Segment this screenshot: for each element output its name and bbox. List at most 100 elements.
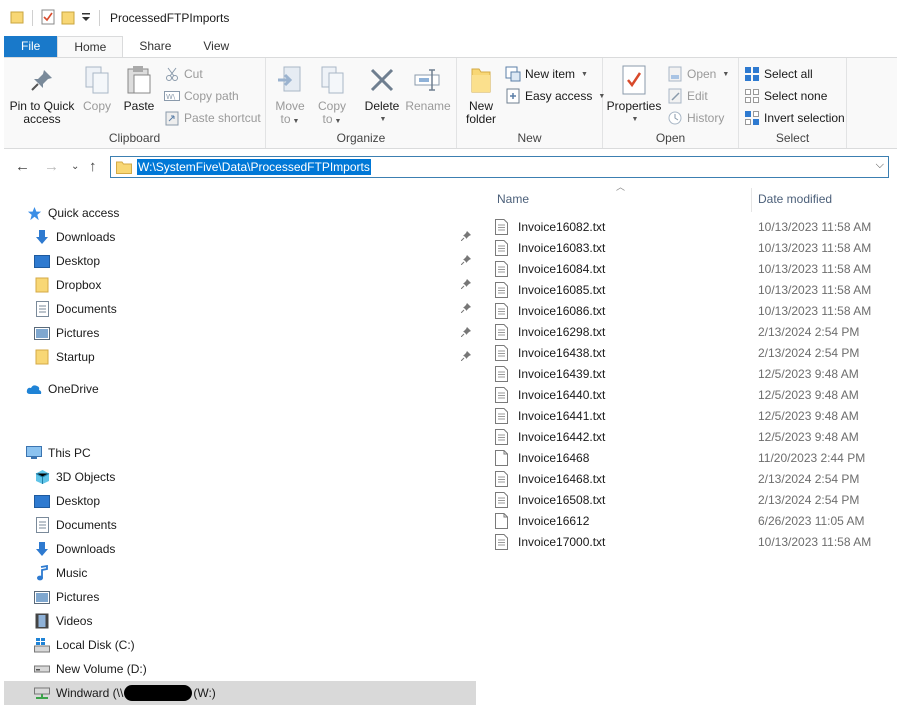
sidebar-item-network-drive-w[interactable]: Windward (\\ (W:) bbox=[4, 681, 476, 705]
delete-button[interactable]: Delete ▼ bbox=[363, 64, 401, 126]
paste-button[interactable]: Paste bbox=[121, 64, 157, 113]
sidebar-item-quick-access[interactable]: Quick access bbox=[26, 201, 476, 225]
sidebar-item-desktop[interactable]: Desktop bbox=[34, 249, 476, 273]
cut-button[interactable]: Cut bbox=[164, 64, 203, 84]
file-list: ︿ Name Date modified Invoice16082.txt 10/… bbox=[479, 180, 897, 710]
file-name: Invoice16438.txt bbox=[518, 345, 606, 360]
tab-file[interactable]: File bbox=[4, 36, 58, 58]
pin-icon[interactable] bbox=[460, 350, 471, 364]
file-row[interactable]: Invoice16440.txt 12/5/2023 9:48 AM bbox=[493, 384, 893, 405]
delete-dropdown-caret[interactable]: ▼ bbox=[380, 113, 387, 126]
sidebar-item-3d-objects[interactable]: 3D Objects bbox=[34, 465, 476, 489]
properties-icon bbox=[618, 64, 650, 96]
column-divider[interactable] bbox=[751, 188, 752, 212]
copy-to-button[interactable]: Copy to ▼ bbox=[315, 64, 349, 128]
column-header-name[interactable]: Name bbox=[497, 188, 747, 210]
new-folder-icon[interactable] bbox=[61, 9, 75, 28]
move-to-icon bbox=[274, 64, 306, 96]
pin-icon[interactable] bbox=[460, 230, 471, 244]
file-row[interactable]: Invoice17000.txt 10/13/2023 11:58 AM bbox=[493, 531, 893, 552]
move-to-button[interactable]: Move to ▼ bbox=[273, 64, 307, 128]
invert-selection-icon bbox=[744, 110, 760, 126]
sidebar-item-new-volume-d[interactable]: New Volume (D:) bbox=[34, 657, 476, 681]
select-group-label: Select bbox=[775, 131, 810, 145]
file-row[interactable]: Invoice16612 6/26/2023 11:05 AM bbox=[493, 510, 893, 531]
select-none-icon bbox=[744, 88, 760, 104]
address-bar[interactable]: W:\SystemFive\Data\ProcessedFTPImports ⌵ bbox=[110, 156, 889, 178]
new-item-button[interactable]: New item ▼ bbox=[505, 64, 588, 84]
copy-to-icon bbox=[316, 64, 348, 96]
sidebar-item-downloads[interactable]: Downloads bbox=[34, 225, 476, 249]
file-row[interactable]: Invoice16083.txt 10/13/2023 11:58 AM bbox=[493, 237, 893, 258]
sidebar-item-documents[interactable]: Documents bbox=[34, 297, 476, 321]
file-row[interactable]: Invoice16468.txt 2/13/2024 2:54 PM bbox=[493, 468, 893, 489]
file-row[interactable]: Invoice16084.txt 10/13/2023 11:58 AM bbox=[493, 258, 893, 279]
column-header-date-modified[interactable]: Date modified bbox=[758, 188, 894, 210]
desktop-icon bbox=[34, 493, 50, 509]
file-row[interactable]: Invoice16082.txt 10/13/2023 11:58 AM bbox=[493, 216, 893, 237]
pin-to-quick-access-button[interactable]: Pin to Quick access bbox=[9, 64, 75, 126]
sidebar-item-label: Pictures bbox=[56, 590, 100, 604]
sidebar-item-music[interactable]: Music bbox=[34, 561, 476, 585]
sidebar-item-label: Documents bbox=[56, 518, 117, 532]
properties-checkmark-icon[interactable] bbox=[41, 9, 55, 28]
easy-access-button[interactable]: Easy access ▼ bbox=[505, 86, 605, 106]
sidebar-item-documents-pc[interactable]: Documents bbox=[34, 513, 476, 537]
edit-button[interactable]: Edit bbox=[667, 86, 708, 106]
file-row[interactable]: Invoice16468 11/20/2023 2:44 PM bbox=[493, 447, 893, 468]
sidebar-item-startup[interactable]: Startup bbox=[34, 345, 476, 369]
file-row[interactable]: Invoice16441.txt 12/5/2023 9:48 AM bbox=[493, 405, 893, 426]
properties-dropdown-caret[interactable]: ▼ bbox=[632, 113, 639, 126]
invert-selection-button[interactable]: Invert selection bbox=[744, 108, 845, 128]
paste-shortcut-button[interactable]: Paste shortcut bbox=[164, 108, 261, 128]
tab-share[interactable]: Share bbox=[123, 36, 187, 58]
new-item-icon bbox=[505, 66, 521, 82]
pin-icon[interactable] bbox=[460, 278, 471, 292]
pin-icon[interactable] bbox=[460, 302, 471, 316]
file-row[interactable]: Invoice16439.txt 12/5/2023 9:48 AM bbox=[493, 363, 893, 384]
sidebar-item-downloads-pc[interactable]: Downloads bbox=[34, 537, 476, 561]
sidebar-item-this-pc[interactable]: This PC bbox=[26, 441, 476, 465]
rename-button[interactable]: Rename bbox=[405, 64, 451, 113]
file-row[interactable]: Invoice16508.txt 2/13/2024 2:54 PM bbox=[493, 489, 893, 510]
copy-path-button[interactable]: W\ Copy path bbox=[164, 86, 239, 106]
open-button[interactable]: Open ▼ bbox=[667, 64, 729, 84]
file-row[interactable]: Invoice16442.txt 12/5/2023 9:48 AM bbox=[493, 426, 893, 447]
select-none-button[interactable]: Select none bbox=[744, 86, 827, 106]
move-to-label-line2: to ▼ bbox=[280, 112, 300, 126]
sidebar-item-onedrive[interactable]: OneDrive bbox=[26, 377, 476, 401]
copy-path-label: Copy path bbox=[184, 89, 239, 103]
copy-button[interactable]: Copy bbox=[80, 64, 114, 113]
sidebar-item-dropbox[interactable]: Dropbox bbox=[34, 273, 476, 297]
history-button[interactable]: History bbox=[667, 108, 724, 128]
customize-toolbar-icon[interactable] bbox=[81, 11, 91, 26]
select-group: Select all Select none Invert selection … bbox=[739, 58, 847, 148]
address-path[interactable]: W:\SystemFive\Data\ProcessedFTPImports bbox=[137, 159, 371, 175]
recent-locations-chevron-icon[interactable]: ⌄ bbox=[71, 161, 79, 172]
edit-icon bbox=[667, 88, 683, 104]
file-row[interactable]: Invoice16438.txt 2/13/2024 2:54 PM bbox=[493, 342, 893, 363]
new-folder-button[interactable]: New folder bbox=[461, 64, 501, 126]
select-all-button[interactable]: Select all bbox=[744, 64, 813, 84]
sidebar-item-pictures-pc[interactable]: Pictures bbox=[34, 585, 476, 609]
tab-view[interactable]: View bbox=[187, 36, 245, 58]
navigation-pane: Quick access Downloads Desktop Dropbox D… bbox=[0, 188, 477, 710]
up-arrow-icon[interactable]: ↑ bbox=[89, 158, 97, 175]
file-row[interactable]: Invoice16298.txt 2/13/2024 2:54 PM bbox=[493, 321, 893, 342]
forward-arrow-icon[interactable]: → bbox=[44, 158, 59, 175]
pin-icon[interactable] bbox=[460, 326, 471, 340]
sidebar-item-videos[interactable]: Videos bbox=[34, 609, 476, 633]
tab-home[interactable]: Home bbox=[57, 36, 124, 58]
ribbon: Pin to Quick access Copy Paste Cut W\ Co… bbox=[4, 57, 897, 149]
pin-icon[interactable] bbox=[460, 254, 471, 268]
cut-label: Cut bbox=[184, 67, 203, 81]
file-row[interactable]: Invoice16085.txt 10/13/2023 11:58 AM bbox=[493, 279, 893, 300]
sidebar-item-pictures[interactable]: Pictures bbox=[34, 321, 476, 345]
file-row[interactable]: Invoice16086.txt 10/13/2023 11:58 AM bbox=[493, 300, 893, 321]
back-arrow-icon[interactable]: ← bbox=[15, 158, 30, 175]
sidebar-item-local-disk-c[interactable]: Local Disk (C:) bbox=[34, 633, 476, 657]
properties-button[interactable]: Properties ▼ bbox=[606, 64, 662, 126]
text-file-icon bbox=[493, 470, 509, 487]
address-dropdown-chevron-icon[interactable]: ⌵ bbox=[876, 159, 884, 172]
sidebar-item-desktop-pc[interactable]: Desktop bbox=[34, 489, 476, 513]
